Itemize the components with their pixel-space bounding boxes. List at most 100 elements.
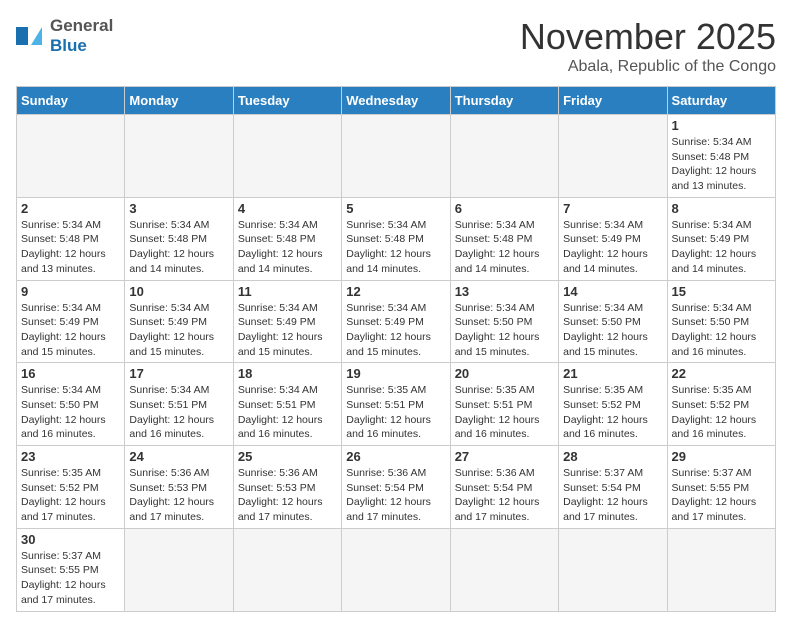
calendar-cell: 26 Sunrise: 5:36 AM Sunset: 5:54 PM Dayli…: [342, 446, 450, 529]
calendar-cell: 5 Sunrise: 5:34 AM Sunset: 5:48 PM Daylig…: [342, 197, 450, 280]
calendar-week-row: 16 Sunrise: 5:34 AM Sunset: 5:50 PM Dayli…: [17, 363, 776, 446]
weekday-header: Monday: [125, 87, 233, 115]
calendar-cell: 20Sunrise: 5:35 AM Sunset: 5:51 PM Dayli…: [450, 363, 558, 446]
day-info: Sunrise: 5:34 AM Sunset: 5:49 PM Dayligh…: [346, 301, 445, 360]
calendar-cell: 8 Sunrise: 5:34 AM Sunset: 5:49 PM Daylig…: [667, 197, 775, 280]
day-number: 18: [238, 366, 337, 381]
day-info: Sunrise: 5:34 AM Sunset: 5:50 PM Dayligh…: [21, 383, 120, 442]
calendar-cell: 7Sunrise: 5:34 AM Sunset: 5:49 PM Daylig…: [559, 197, 667, 280]
day-number: 6: [455, 201, 554, 216]
day-info: Sunrise: 5:36 AM Sunset: 5:54 PM Dayligh…: [455, 466, 554, 525]
day-number: 22: [672, 366, 771, 381]
calendar-cell: 23Sunrise: 5:35 AM Sunset: 5:52 PM Dayli…: [17, 446, 125, 529]
day-info: Sunrise: 5:35 AM Sunset: 5:51 PM Dayligh…: [346, 383, 445, 442]
calendar-cell: [559, 528, 667, 611]
day-info: Sunrise: 5:34 AM Sunset: 5:49 PM Dayligh…: [21, 301, 120, 360]
calendar-cell: 3 Sunrise: 5:34 AM Sunset: 5:48 PM Daylig…: [125, 197, 233, 280]
calendar-cell: 24 Sunrise: 5:36 AM Sunset: 5:53 PM Dayli…: [125, 446, 233, 529]
day-info: Sunrise: 5:34 AM Sunset: 5:49 PM Dayligh…: [129, 301, 228, 360]
calendar-cell: 2 Sunrise: 5:34 AM Sunset: 5:48 PM Daylig…: [17, 197, 125, 280]
day-number: 1: [672, 118, 771, 133]
day-info: Sunrise: 5:35 AM Sunset: 5:52 PM Dayligh…: [21, 466, 120, 525]
day-number: 4: [238, 201, 337, 216]
calendar-cell: [450, 115, 558, 198]
calendar: SundayMondayTuesdayWednesdayThursdayFrid…: [16, 86, 776, 612]
day-info: Sunrise: 5:36 AM Sunset: 5:54 PM Dayligh…: [346, 466, 445, 525]
day-number: 5: [346, 201, 445, 216]
day-info: Sunrise: 5:36 AM Sunset: 5:53 PM Dayligh…: [238, 466, 337, 525]
calendar-cell: 30Sunrise: 5:37 AM Sunset: 5:55 PM Dayli…: [17, 528, 125, 611]
day-info: Sunrise: 5:34 AM Sunset: 5:48 PM Dayligh…: [129, 218, 228, 277]
day-number: 25: [238, 449, 337, 464]
day-number: 19: [346, 366, 445, 381]
day-info: Sunrise: 5:37 AM Sunset: 5:55 PM Dayligh…: [672, 466, 771, 525]
calendar-cell: 4Sunrise: 5:34 AM Sunset: 5:48 PM Daylig…: [233, 197, 341, 280]
calendar-cell: 14 Sunrise: 5:34 AM Sunset: 5:50 PM Dayli…: [559, 280, 667, 363]
calendar-cell: 16 Sunrise: 5:34 AM Sunset: 5:50 PM Dayli…: [17, 363, 125, 446]
calendar-cell: 29 Sunrise: 5:37 AM Sunset: 5:55 PM Dayli…: [667, 446, 775, 529]
day-number: 11: [238, 284, 337, 299]
weekday-header: Tuesday: [233, 87, 341, 115]
day-info: Sunrise: 5:35 AM Sunset: 5:52 PM Dayligh…: [672, 383, 771, 442]
weekday-header: Thursday: [450, 87, 558, 115]
calendar-cell: 22 Sunrise: 5:35 AM Sunset: 5:52 PM Dayli…: [667, 363, 775, 446]
calendar-cell: 10 Sunrise: 5:34 AM Sunset: 5:49 PM Dayli…: [125, 280, 233, 363]
day-info: Sunrise: 5:34 AM Sunset: 5:48 PM Dayligh…: [455, 218, 554, 277]
day-number: 14: [563, 284, 662, 299]
day-number: 9: [21, 284, 120, 299]
calendar-cell: [450, 528, 558, 611]
calendar-cell: 25 Sunrise: 5:36 AM Sunset: 5:53 PM Dayli…: [233, 446, 341, 529]
calendar-cell: 19 Sunrise: 5:35 AM Sunset: 5:51 PM Dayli…: [342, 363, 450, 446]
calendar-cell: 12Sunrise: 5:34 AM Sunset: 5:49 PM Dayli…: [342, 280, 450, 363]
weekday-header: Friday: [559, 87, 667, 115]
title-area: November 2025 Abala, Republic of the Con…: [520, 16, 776, 76]
day-number: 20: [455, 366, 554, 381]
day-number: 29: [672, 449, 771, 464]
day-info: Sunrise: 5:34 AM Sunset: 5:48 PM Dayligh…: [21, 218, 120, 277]
day-number: 13: [455, 284, 554, 299]
day-number: 30: [21, 532, 120, 547]
day-number: 3: [129, 201, 228, 216]
day-info: Sunrise: 5:34 AM Sunset: 5:51 PM Dayligh…: [129, 383, 228, 442]
calendar-cell: 21Sunrise: 5:35 AM Sunset: 5:52 PM Dayli…: [559, 363, 667, 446]
calendar-week-row: 1 Sunrise: 5:34 AM Sunset: 5:48 PM Daylig…: [17, 115, 776, 198]
day-number: 2: [21, 201, 120, 216]
calendar-cell: [125, 115, 233, 198]
logo-icon: [16, 27, 42, 45]
calendar-week-row: 23Sunrise: 5:35 AM Sunset: 5:52 PM Dayli…: [17, 446, 776, 529]
calendar-week-row: 9 Sunrise: 5:34 AM Sunset: 5:49 PM Daylig…: [17, 280, 776, 363]
day-number: 24: [129, 449, 228, 464]
day-info: Sunrise: 5:34 AM Sunset: 5:49 PM Dayligh…: [563, 218, 662, 277]
calendar-cell: [233, 528, 341, 611]
calendar-cell: 1 Sunrise: 5:34 AM Sunset: 5:48 PM Daylig…: [667, 115, 775, 198]
calendar-cell: 9 Sunrise: 5:34 AM Sunset: 5:49 PM Daylig…: [17, 280, 125, 363]
day-info: Sunrise: 5:34 AM Sunset: 5:50 PM Dayligh…: [455, 301, 554, 360]
day-info: Sunrise: 5:34 AM Sunset: 5:51 PM Dayligh…: [238, 383, 337, 442]
calendar-header-row: SundayMondayTuesdayWednesdayThursdayFrid…: [17, 87, 776, 115]
day-info: Sunrise: 5:34 AM Sunset: 5:50 PM Dayligh…: [563, 301, 662, 360]
calendar-cell: 27Sunrise: 5:36 AM Sunset: 5:54 PM Dayli…: [450, 446, 558, 529]
day-number: 26: [346, 449, 445, 464]
calendar-cell: 6 Sunrise: 5:34 AM Sunset: 5:48 PM Daylig…: [450, 197, 558, 280]
calendar-cell: 28 Sunrise: 5:37 AM Sunset: 5:54 PM Dayli…: [559, 446, 667, 529]
calendar-cell: 11 Sunrise: 5:34 AM Sunset: 5:49 PM Dayli…: [233, 280, 341, 363]
day-number: 17: [129, 366, 228, 381]
day-info: Sunrise: 5:34 AM Sunset: 5:48 PM Dayligh…: [346, 218, 445, 277]
month-title: November 2025: [520, 16, 776, 58]
calendar-cell: [667, 528, 775, 611]
calendar-cell: [559, 115, 667, 198]
day-info: Sunrise: 5:34 AM Sunset: 5:49 PM Dayligh…: [672, 218, 771, 277]
location-title: Abala, Republic of the Congo: [520, 58, 776, 76]
logo: General Blue: [16, 16, 113, 55]
calendar-week-row: 2 Sunrise: 5:34 AM Sunset: 5:48 PM Daylig…: [17, 197, 776, 280]
day-info: Sunrise: 5:34 AM Sunset: 5:48 PM Dayligh…: [672, 135, 771, 194]
day-number: 16: [21, 366, 120, 381]
day-info: Sunrise: 5:34 AM Sunset: 5:49 PM Dayligh…: [238, 301, 337, 360]
logo-text: General Blue: [50, 16, 113, 55]
day-number: 10: [129, 284, 228, 299]
day-info: Sunrise: 5:36 AM Sunset: 5:53 PM Dayligh…: [129, 466, 228, 525]
day-info: Sunrise: 5:37 AM Sunset: 5:54 PM Dayligh…: [563, 466, 662, 525]
calendar-week-row: 30Sunrise: 5:37 AM Sunset: 5:55 PM Dayli…: [17, 528, 776, 611]
day-number: 28: [563, 449, 662, 464]
day-number: 8: [672, 201, 771, 216]
